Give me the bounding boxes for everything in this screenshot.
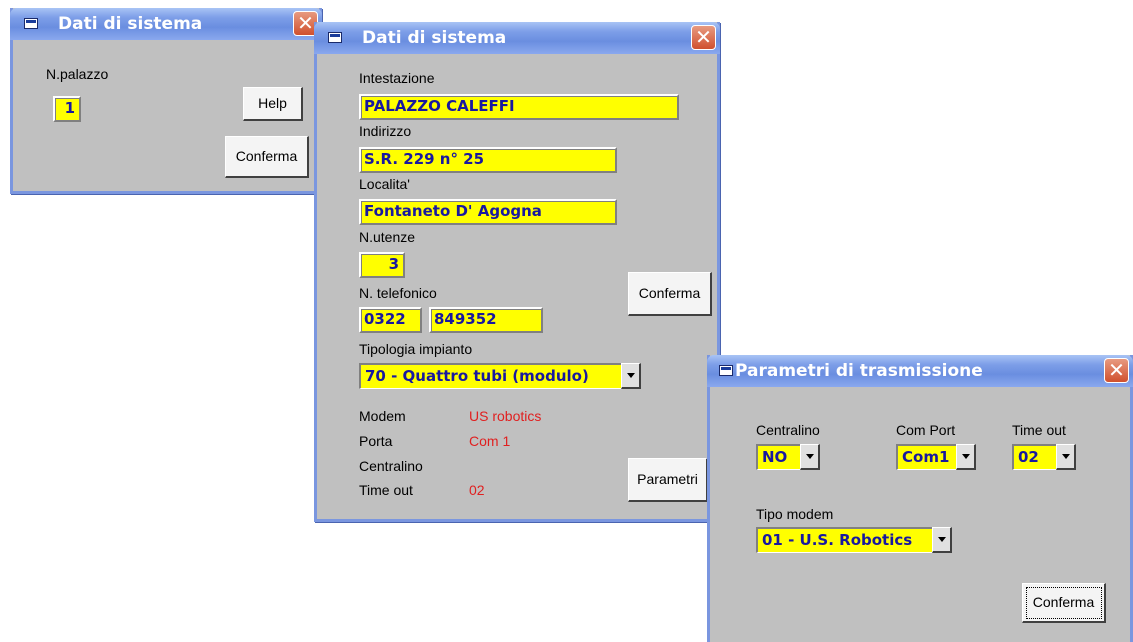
conferma-button[interactable]: Conferma <box>628 272 712 316</box>
chevron-down-icon[interactable] <box>621 363 641 389</box>
window-title: Dati di sistema <box>362 28 507 48</box>
intestazione-label: Intestazione <box>359 70 435 86</box>
timeout-label: Time out <box>1012 422 1066 438</box>
window-icon <box>719 365 733 376</box>
comport-value: Com1 <box>896 444 956 470</box>
conferma-button[interactable]: Conferma <box>225 136 309 178</box>
porta-label: Porta <box>359 433 393 449</box>
indirizzo-label: Indirizzo <box>359 123 412 139</box>
comport-combo[interactable]: Com1 <box>896 444 976 470</box>
timeout-combo[interactable]: 02 <box>1012 444 1076 470</box>
modem-label: Modem <box>359 408 406 424</box>
intestazione-field[interactable]: PALAZZO CALEFFI <box>359 94 679 120</box>
chevron-down-icon[interactable] <box>956 444 976 470</box>
window-icon <box>24 18 38 29</box>
centralino-label: Centralino <box>359 458 423 474</box>
localita-field[interactable]: Fontaneto D' Agogna <box>359 199 617 225</box>
title-bar[interactable]: Dati di sistema ✕ <box>10 8 322 40</box>
centralino-label: Centralino <box>756 422 820 438</box>
chevron-down-icon[interactable] <box>1056 444 1076 470</box>
utenze-field[interactable]: 3 <box>359 252 405 278</box>
title-bar[interactable]: Dati di sistema ✕ <box>314 22 720 54</box>
telefono-label: N. telefonico <box>359 285 437 301</box>
tipologia-label: Tipologia impianto <box>359 341 473 357</box>
conferma-button[interactable]: Conferma <box>1022 583 1106 623</box>
parametri-button[interactable]: Parametri <box>628 458 708 502</box>
timeout-value: 02 <box>469 482 485 498</box>
centralino-combo[interactable]: NO <box>756 444 820 470</box>
indirizzo-field[interactable]: S.R. 229 n° 25 <box>359 147 617 173</box>
palazzo-field[interactable]: 1 <box>53 96 81 122</box>
help-button[interactable]: Help <box>243 87 303 121</box>
centralino-value: NO <box>756 444 800 470</box>
chevron-down-icon[interactable] <box>932 527 952 553</box>
porta-value: Com 1 <box>469 433 511 449</box>
tipomodem-combo[interactable]: 01 - U.S. Robotics <box>756 527 952 553</box>
palazzo-label: N.palazzo <box>46 66 109 82</box>
tipomodem-value: 01 - U.S. Robotics <box>756 527 932 553</box>
close-icon[interactable]: ✕ <box>691 25 716 50</box>
window-dati-sistema: Dati di sistema ✕ Intestazione PALAZZO C… <box>314 22 720 522</box>
window-icon <box>328 32 342 43</box>
comport-label: Com Port <box>896 422 956 438</box>
timeout-value: 02 <box>1012 444 1056 470</box>
telefono-number-field[interactable]: 849352 <box>429 307 543 333</box>
tipologia-combo[interactable]: 70 - Quattro tubi (modulo) <box>359 363 641 389</box>
timeout-label: Time out <box>359 482 413 498</box>
tipologia-value: 70 - Quattro tubi (modulo) <box>359 363 621 389</box>
window-title: Parametri di trasmissione <box>735 361 983 381</box>
modem-value: US robotics <box>469 408 542 424</box>
window-parametri-trasmissione: Parametri di trasmissione ✕ Centralino N… <box>707 355 1133 642</box>
close-icon[interactable]: ✕ <box>1104 358 1129 383</box>
window-dati-sistema-small: Dati di sistema ✕ N.palazzo 1 Help Confe… <box>10 8 322 194</box>
utenze-label: N.utenze <box>359 229 416 245</box>
window-title: Dati di sistema <box>58 14 203 34</box>
localita-label: Localita' <box>359 176 410 192</box>
title-bar[interactable]: Parametri di trasmissione ✕ <box>707 355 1133 387</box>
telefono-prefix-field[interactable]: 0322 <box>359 307 422 333</box>
chevron-down-icon[interactable] <box>800 444 820 470</box>
tipomodem-label: Tipo modem <box>756 506 834 522</box>
